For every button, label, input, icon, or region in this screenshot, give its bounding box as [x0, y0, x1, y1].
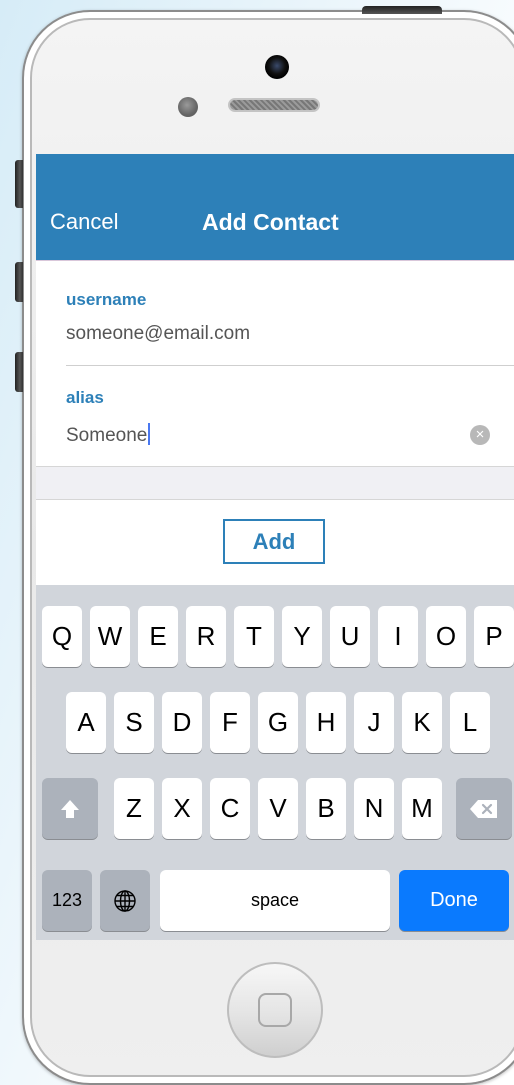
key-b[interactable]: B — [306, 778, 346, 839]
key-c[interactable]: C — [210, 778, 250, 839]
key-h[interactable]: H — [306, 692, 346, 753]
text-cursor — [148, 423, 151, 445]
home-square-icon — [258, 993, 292, 1027]
key-p[interactable]: P — [474, 606, 514, 667]
front-camera — [265, 55, 289, 79]
key-m[interactable]: M — [402, 778, 442, 839]
proximity-sensor — [178, 97, 198, 117]
key-o[interactable]: O — [426, 606, 466, 667]
key-u[interactable]: U — [330, 606, 370, 667]
alias-value: Someone — [66, 425, 148, 446]
key-e[interactable]: E — [138, 606, 178, 667]
globe-key[interactable] — [100, 870, 150, 931]
key-t[interactable]: T — [234, 606, 274, 667]
alias-label: alias — [66, 388, 104, 407]
username-field[interactable]: someone@email.com — [66, 323, 250, 345]
username-label: username — [66, 290, 147, 309]
space-key[interactable]: space — [160, 870, 390, 931]
key-r[interactable]: R — [186, 606, 226, 667]
shift-icon — [61, 800, 79, 818]
mute-switch — [15, 160, 23, 208]
key-j[interactable]: J — [354, 692, 394, 753]
power-button — [362, 6, 442, 14]
volume-up-button — [15, 262, 23, 302]
page-title: Add Contact — [202, 209, 339, 235]
key-w[interactable]: W — [90, 606, 130, 667]
clear-icon[interactable]: × — [470, 425, 490, 445]
screen: Cancel Add Contact username someone@emai… — [36, 154, 514, 940]
key-f[interactable]: F — [210, 692, 250, 753]
action-area: Add — [36, 499, 514, 586]
key-i[interactable]: I — [378, 606, 418, 667]
key-q[interactable]: Q — [42, 606, 82, 667]
backspace-icon — [470, 800, 497, 818]
key-x[interactable]: X — [162, 778, 202, 839]
key-g[interactable]: G — [258, 692, 298, 753]
key-y[interactable]: Y — [282, 606, 322, 667]
numbers-key[interactable]: 123 — [42, 870, 92, 931]
key-n[interactable]: N — [354, 778, 394, 839]
earpiece-speaker — [228, 98, 320, 112]
key-l[interactable]: L — [450, 692, 490, 753]
navigation-bar: Cancel Add Contact — [36, 154, 514, 261]
shift-key[interactable] — [42, 778, 98, 839]
alias-field[interactable]: Someone — [66, 423, 151, 447]
backspace-key[interactable] — [456, 778, 512, 839]
key-z[interactable]: Z — [114, 778, 154, 839]
key-a[interactable]: A — [66, 692, 106, 753]
key-k[interactable]: K — [402, 692, 442, 753]
contact-form: username someone@email.com alias Someone… — [36, 261, 514, 467]
home-button[interactable] — [227, 962, 323, 1058]
add-button[interactable]: Add — [223, 519, 325, 564]
field-divider — [66, 365, 514, 366]
done-key[interactable]: Done — [399, 870, 509, 931]
key-v[interactable]: V — [258, 778, 298, 839]
key-s[interactable]: S — [114, 692, 154, 753]
keyboard: Q W E R T Y U I O P A S D F G H J K L Z … — [36, 585, 514, 940]
cancel-button[interactable]: Cancel — [50, 209, 118, 235]
key-d[interactable]: D — [162, 692, 202, 753]
volume-down-button — [15, 352, 23, 392]
globe-icon — [114, 890, 136, 912]
